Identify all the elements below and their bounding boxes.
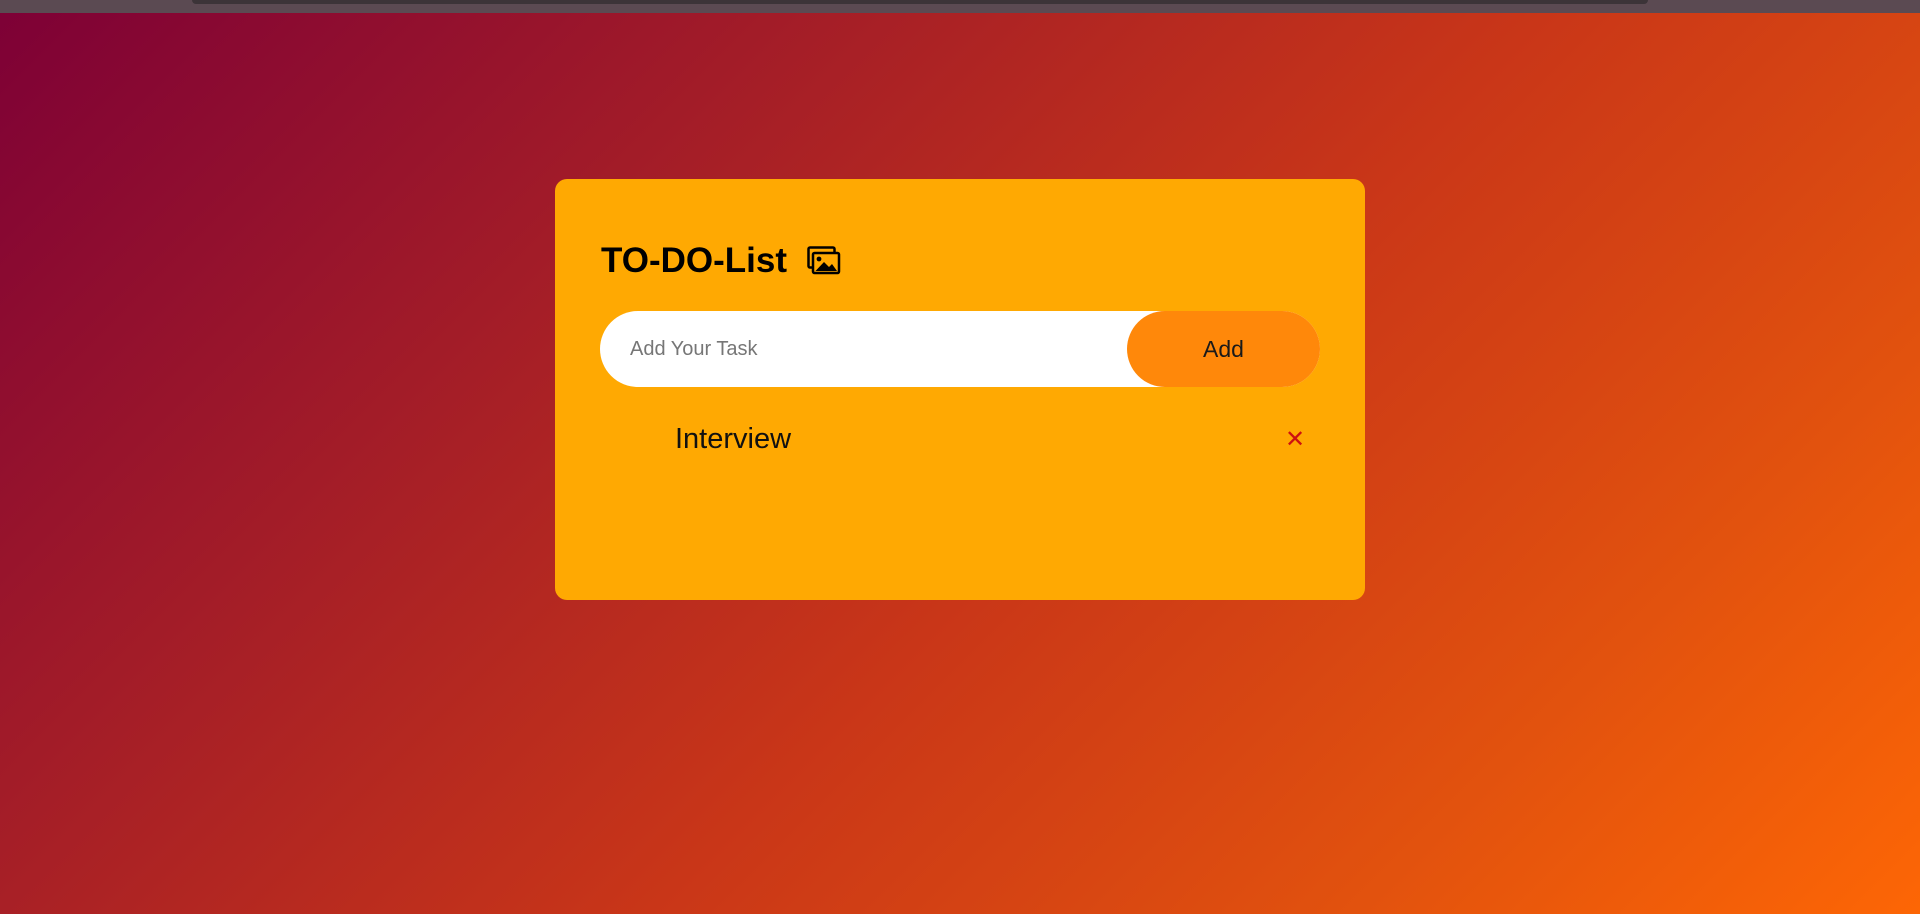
add-button[interactable]: Add (1127, 311, 1320, 387)
delete-task-icon[interactable]: ✕ (1277, 419, 1313, 459)
title-row: TO-DO-List (601, 239, 841, 283)
page-title: TO-DO-List (601, 241, 788, 280)
task-input[interactable] (600, 311, 1160, 387)
todo-card: TO-DO-List Add Interview ✕ (555, 179, 1365, 600)
task-input-row: Add (600, 311, 1320, 387)
task-list: Interview ✕ (555, 419, 1365, 459)
task-text[interactable]: Interview (675, 419, 791, 459)
image-gallery-icon (807, 246, 841, 276)
browser-address-area (192, 0, 1648, 4)
task-item[interactable]: Interview ✕ (555, 419, 1365, 459)
browser-top-strip (0, 0, 1920, 13)
